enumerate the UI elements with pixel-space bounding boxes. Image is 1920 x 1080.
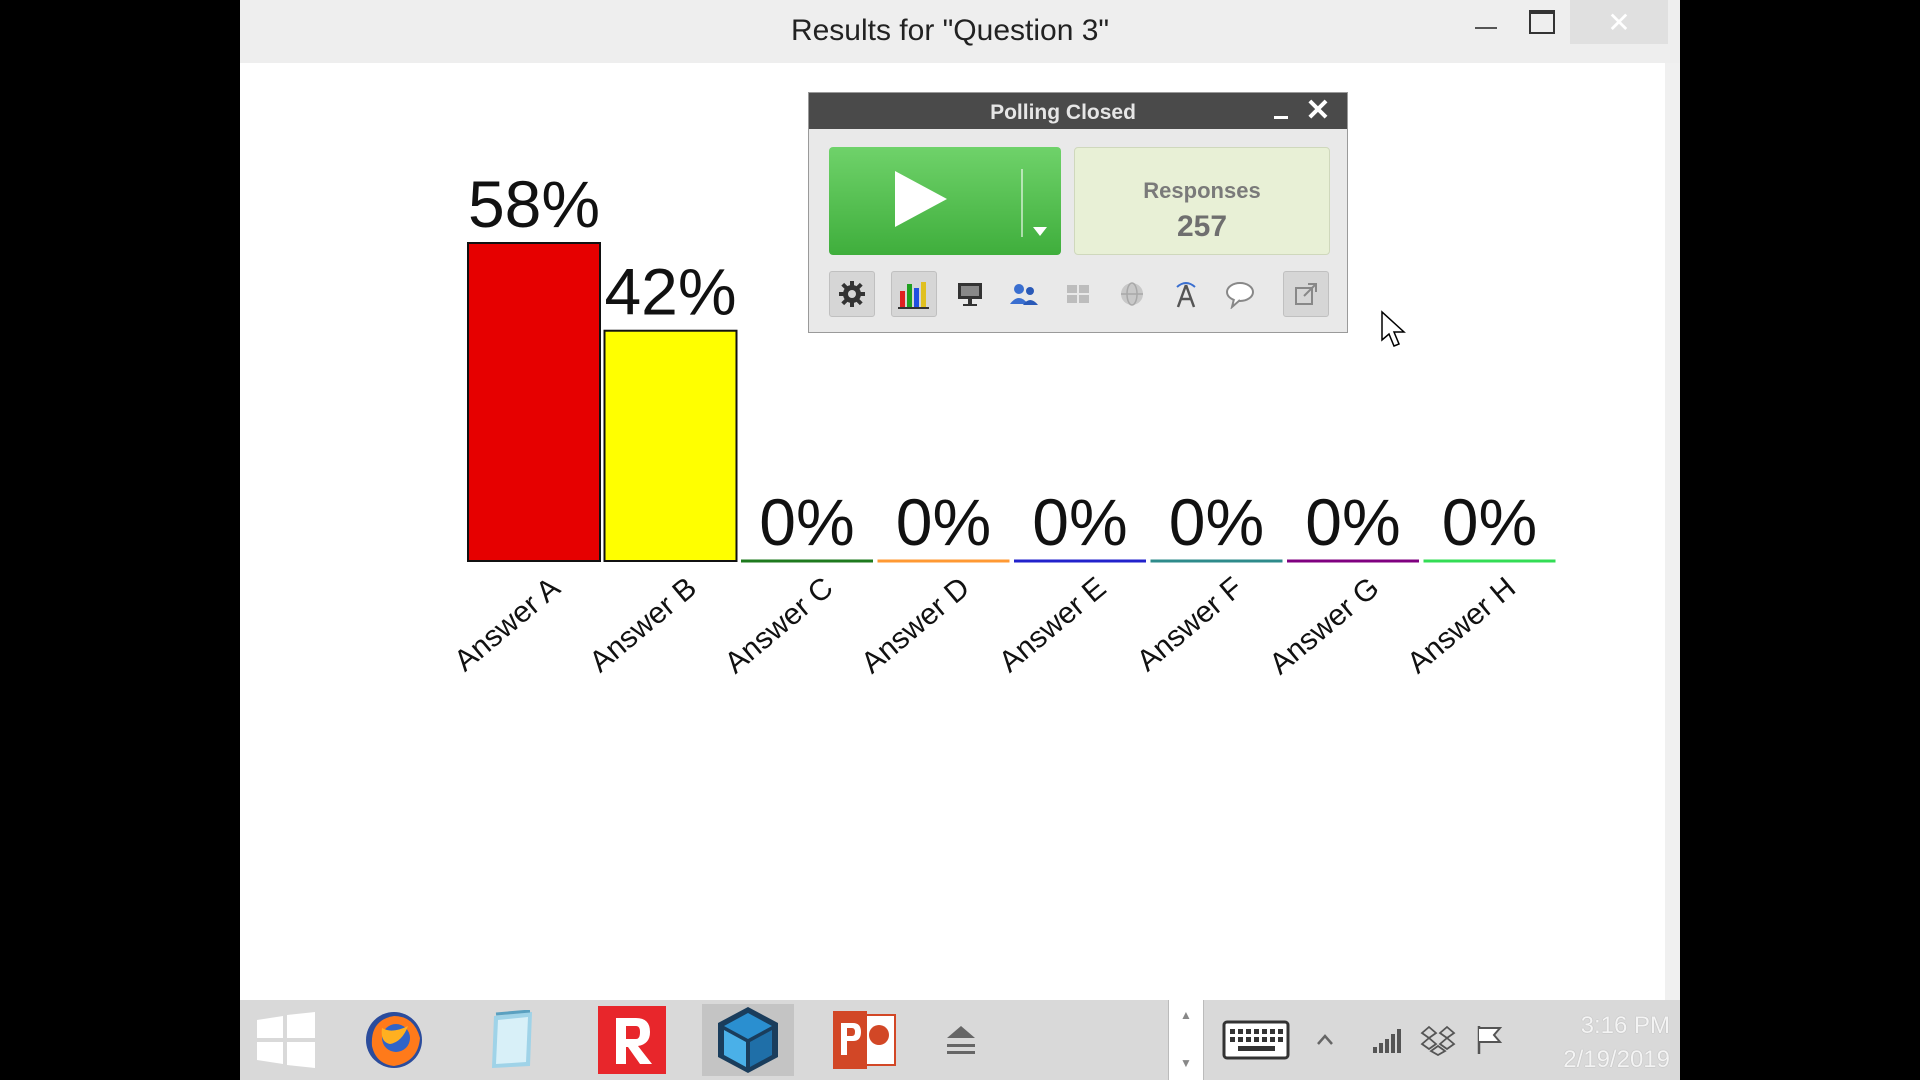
touch-keyboard-button[interactable] — [1220, 1020, 1292, 1060]
data-label: 0% — [1305, 485, 1400, 559]
data-label: 0% — [759, 485, 854, 559]
category-label: Answer A — [448, 571, 566, 678]
minimize-icon — [1274, 116, 1288, 119]
polling-widget-header[interactable]: Polling Closed ✕ — [809, 93, 1347, 129]
export-icon — [1295, 283, 1317, 305]
close-button[interactable]: ✕ — [1570, 0, 1668, 44]
taskbar-extra-area[interactable] — [926, 1020, 996, 1060]
taskbar-sketchup[interactable] — [702, 1004, 794, 1076]
close-icon: ✕ — [1305, 94, 1331, 127]
comments-button[interactable] — [1217, 271, 1263, 317]
windows-logo-icon — [257, 1012, 315, 1068]
taskbar-firefox[interactable] — [348, 1004, 440, 1076]
data-label: 0% — [1442, 485, 1537, 559]
title-bar: Results for "Question 3" ✕ — [240, 0, 1680, 63]
display-button[interactable] — [947, 271, 993, 317]
chart-button[interactable] — [891, 271, 937, 317]
show-hidden-icons-button[interactable] — [1310, 1020, 1340, 1060]
network-status[interactable] — [1368, 1020, 1408, 1060]
flag-icon — [1477, 1026, 1503, 1054]
results-window: Results for "Question 3" ✕ 58% Answer A 42… — [240, 0, 1680, 1000]
polling-toolbar — [829, 271, 1329, 317]
taskbar-scroll-arrows[interactable]: ▲ ▼ — [1168, 1000, 1204, 1080]
keyboard-icon — [1222, 1020, 1290, 1060]
response-r-icon — [598, 1006, 666, 1074]
start-polling-button[interactable] — [829, 147, 1061, 255]
scroll-down-icon[interactable]: ▼ — [1169, 1056, 1203, 1070]
responses-counter[interactable]: Responses 257 — [1074, 147, 1330, 255]
grid-icon — [1067, 285, 1089, 303]
data-label: 58% — [468, 167, 600, 241]
firefox-icon — [366, 1012, 422, 1068]
data-label: 0% — [1169, 485, 1264, 559]
action-center[interactable] — [1472, 1020, 1508, 1060]
export-button[interactable] — [1283, 271, 1329, 317]
minimize-button[interactable] — [1458, 0, 1514, 44]
bar-answer-a — [467, 242, 601, 562]
data-label: 0% — [1032, 485, 1127, 559]
speech-bubble-icon — [1226, 282, 1254, 309]
web-button[interactable] — [1109, 271, 1155, 317]
clock-date[interactable]: 2/19/2019 — [1530, 1046, 1670, 1074]
correct-answer-button[interactable] — [1163, 271, 1209, 317]
compare-button[interactable] — [1055, 271, 1101, 317]
data-label: 42% — [604, 255, 736, 329]
participants-button[interactable] — [1001, 271, 1047, 317]
category-label: Answer B — [583, 571, 703, 679]
split-divider — [1021, 169, 1023, 237]
polling-status-title: Polling Closed — [990, 101, 1136, 124]
start-button[interactable] — [240, 1004, 332, 1076]
globe-icon — [1121, 282, 1143, 306]
category-label: Answer H — [1401, 571, 1522, 680]
polling-close-button[interactable]: ✕ — [1301, 95, 1335, 127]
taskbar: ▲ ▼ 3:16 PM 2/19/2019 — [240, 1000, 1680, 1080]
polling-widget: Polling Closed ✕ Responses 257 — [808, 92, 1348, 333]
chevron-down-icon[interactable] — [1033, 227, 1047, 236]
scroll-up-icon[interactable]: ▲ — [1169, 1008, 1203, 1022]
vertical-scrollbar[interactable] — [1665, 63, 1680, 1000]
data-label: 0% — [896, 485, 991, 559]
gear-icon — [839, 281, 865, 307]
category-label: Answer G — [1263, 571, 1385, 681]
category-label: Answer C — [719, 571, 840, 680]
bar-answer-b — [603, 329, 738, 563]
eject-icon — [947, 1026, 975, 1054]
minimize-icon — [1475, 27, 1497, 29]
monitor-icon — [958, 283, 982, 306]
category-label: Answer F — [1131, 571, 1249, 678]
responses-label: Responses — [1143, 178, 1261, 203]
maximize-button[interactable] — [1514, 0, 1570, 44]
polling-minimize-button[interactable] — [1267, 99, 1295, 123]
maximize-icon — [1529, 10, 1555, 34]
taskbar-powerpoint[interactable] — [818, 1004, 910, 1076]
bar-chart-icon — [898, 282, 929, 309]
close-icon: ✕ — [1607, 6, 1631, 38]
dropbox-icon — [1420, 1025, 1456, 1056]
users-icon — [1010, 284, 1038, 305]
category-label: Answer D — [855, 571, 976, 680]
mouse-cursor-icon — [1381, 310, 1406, 347]
settings-button[interactable] — [829, 271, 875, 317]
dropbox-status[interactable] — [1418, 1020, 1458, 1060]
right-letterbox — [1680, 0, 1920, 1080]
powerpoint-icon — [833, 1011, 896, 1069]
clock-time[interactable]: 3:16 PM — [1530, 1012, 1670, 1040]
signal-bars-icon — [1373, 1029, 1401, 1053]
play-icon — [895, 171, 947, 227]
cube-app-icon — [718, 1007, 778, 1073]
window-title: Results for "Question 3" — [790, 14, 1110, 47]
left-letterbox — [0, 0, 240, 1080]
antenna-icon — [1176, 282, 1196, 308]
notepad-icon — [492, 1010, 532, 1068]
taskbar-response-app[interactable] — [586, 1004, 678, 1076]
responses-count: 257 — [1176, 210, 1228, 243]
chevron-up-icon — [1317, 1034, 1333, 1045]
category-label: Answer E — [993, 571, 1113, 679]
taskbar-notepad[interactable] — [466, 1004, 558, 1076]
